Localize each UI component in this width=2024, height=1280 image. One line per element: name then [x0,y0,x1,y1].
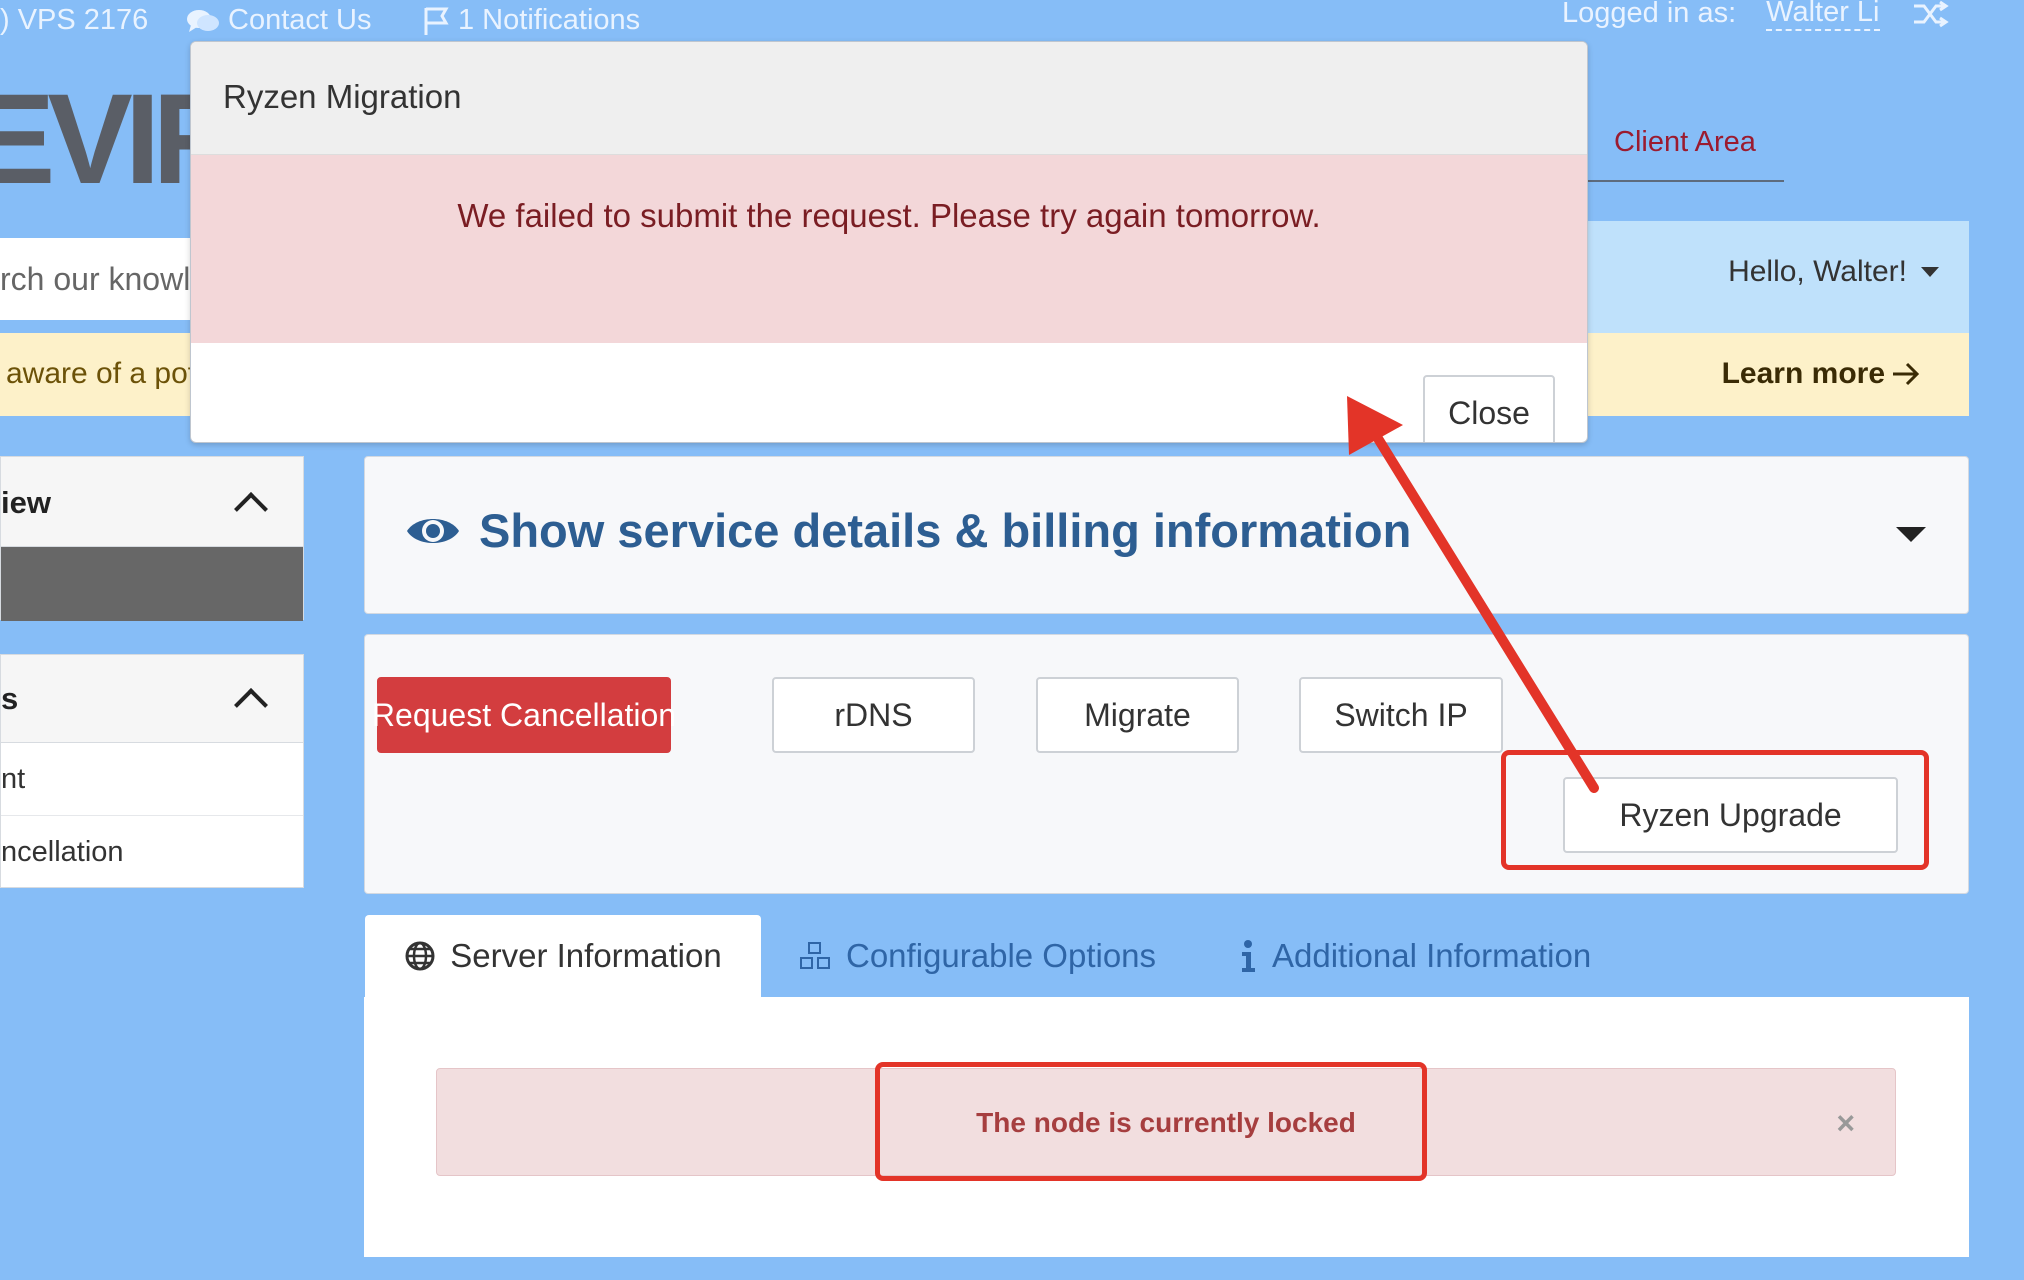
annotation-arrow [1347,396,1599,793]
annotation-arrow-head [1347,396,1403,455]
annotation-arrow-shaft [1369,427,1599,793]
